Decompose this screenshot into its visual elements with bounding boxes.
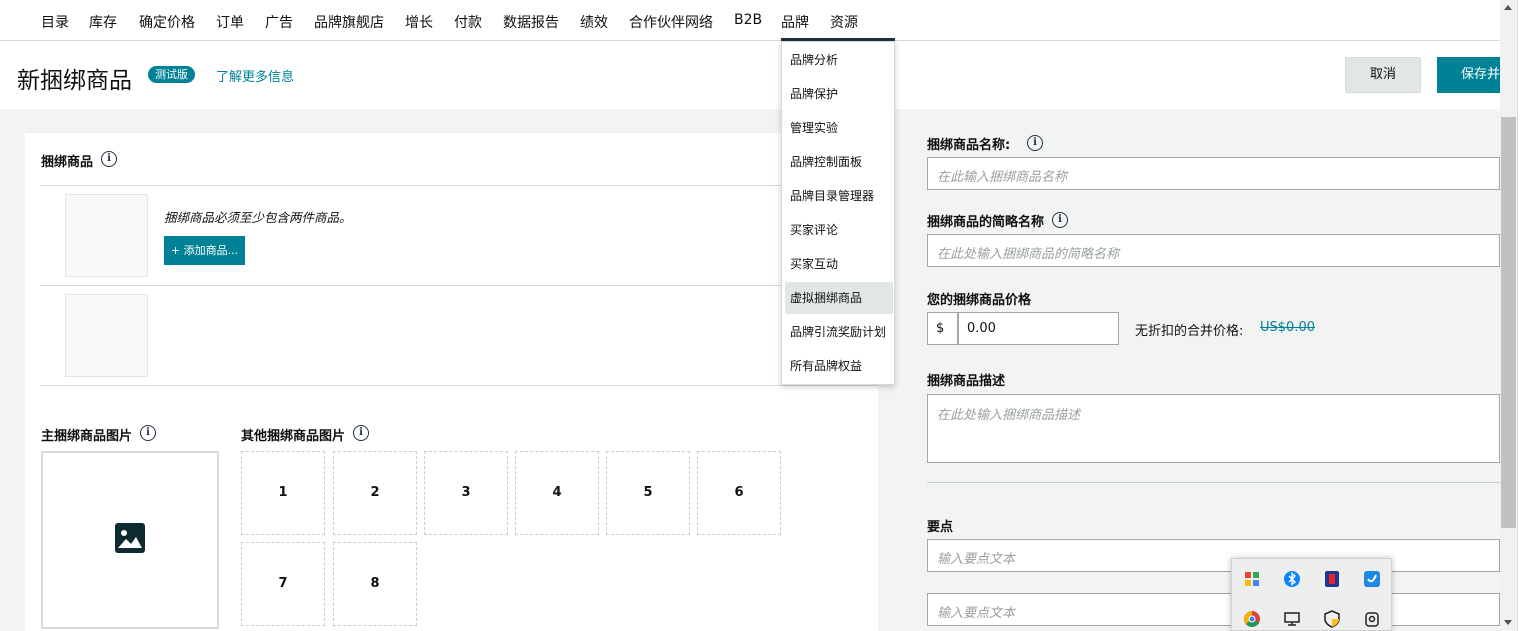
nav-item-advertising[interactable]: 广告	[265, 12, 293, 32]
brand-dropdown-menu: 品牌分析 品牌保护 管理实验 品牌控制面板 品牌目录管理器 买家评论 买家互动 …	[781, 41, 895, 385]
short-name-input[interactable]: 在此处输入捆绑商品的简略名称	[927, 234, 1500, 267]
page-title: 新捆绑商品	[17, 68, 132, 94]
bundle-card: 捆绑商品 i 捆绑商品必须至少包含两件商品。 + 添加商品... 主捆绑商品图片…	[25, 133, 878, 631]
menu-item-referral-bonus[interactable]: 品牌引流奖励计划	[785, 316, 893, 348]
menu-item-catalog-manager[interactable]: 品牌目录管理器	[785, 180, 893, 212]
bundle-name-label: 捆绑商品名称:	[927, 138, 1011, 153]
description-input[interactable]: 在此处输入捆绑商品描述	[927, 394, 1500, 463]
info-icon[interactable]: i	[1027, 135, 1043, 151]
info-icon[interactable]: i	[1052, 212, 1068, 228]
divider	[40, 185, 878, 186]
price-label: 您的捆绑商品价格	[927, 293, 1032, 308]
red-app-icon[interactable]	[1322, 569, 1342, 589]
page-header: 新捆绑商品 测试版 了解更多信息 取消 保存并	[0, 41, 1500, 109]
description-label: 捆绑商品描述	[927, 374, 1006, 389]
list-price-label: 无折扣的合并价格:	[1135, 324, 1244, 339]
learn-more-link[interactable]: 了解更多信息	[216, 66, 294, 85]
camera-icon[interactable]	[1362, 609, 1382, 629]
add-product-button[interactable]: + 添加商品...	[164, 236, 245, 265]
short-name-label: 捆绑商品的简略名称	[927, 215, 1045, 230]
security-shield-icon[interactable]	[1322, 609, 1342, 629]
nav-item-partner-network[interactable]: 合作伙伴网络	[629, 12, 713, 32]
menu-item-brand-protection[interactable]: 品牌保护	[785, 78, 893, 110]
scrollbar-thumb[interactable]	[1501, 117, 1516, 528]
menu-item-all-benefits[interactable]: 所有品牌权益	[785, 350, 893, 382]
divider	[927, 482, 1500, 483]
menu-item-brand-dashboard[interactable]: 品牌控制面板	[785, 146, 893, 178]
divider	[40, 285, 878, 286]
bundle-heading: 捆绑商品	[41, 155, 94, 170]
scroll-up-icon[interactable]	[1504, 5, 1512, 10]
list-price-value: US$0.00	[1260, 320, 1315, 335]
page-scrollbar[interactable]	[1500, 0, 1517, 631]
key-points-label: 要点	[927, 520, 954, 535]
bundle-name-input[interactable]: 在此输入捆绑商品名称	[927, 157, 1500, 190]
bluetooth-icon[interactable]	[1282, 569, 1302, 589]
currency-prefix: $	[927, 312, 958, 345]
nav-item-orders[interactable]: 订单	[216, 12, 244, 32]
menu-item-customer-reviews[interactable]: 买家评论	[785, 214, 893, 246]
nav-item-stores[interactable]: 品牌旗舰店	[314, 12, 384, 32]
menu-item-virtual-bundles[interactable]: 虚拟捆绑商品	[785, 282, 893, 314]
info-icon[interactable]: i	[353, 425, 369, 441]
image-slot[interactable]: 1	[241, 451, 325, 535]
image-icon	[115, 523, 145, 553]
image-slot[interactable]: 8	[333, 542, 417, 626]
image-slot[interactable]: 3	[424, 451, 508, 535]
window-edge	[1517, 0, 1529, 631]
nav-item-resources[interactable]: 资源	[830, 12, 858, 32]
chrome-icon[interactable]	[1242, 609, 1262, 629]
menu-item-customer-engagement[interactable]: 买家互动	[785, 248, 893, 280]
price-input[interactable]: 0.00	[958, 312, 1119, 345]
nav-item-performance[interactable]: 绩效	[580, 12, 608, 32]
main-image-heading: 主捆绑商品图片	[41, 429, 133, 444]
nav-item-b2b[interactable]: B2B	[734, 12, 762, 28]
bundle-hint: 捆绑商品必须至少包含两件商品。	[164, 210, 352, 225]
info-icon[interactable]: i	[101, 151, 117, 167]
product-thumbnail	[65, 294, 148, 377]
image-slot[interactable]: 7	[241, 542, 325, 626]
nav-item-reports[interactable]: 数据报告	[503, 12, 559, 32]
beta-badge: 测试版	[148, 66, 195, 83]
image-slot[interactable]: 4	[515, 451, 599, 535]
menu-item-experiments[interactable]: 管理实验	[785, 112, 893, 144]
nav-item-catalog[interactable]: 目录	[41, 12, 69, 32]
info-icon[interactable]: i	[140, 425, 156, 441]
nav-item-inventory[interactable]: 库存	[89, 12, 117, 32]
key-point-input-1[interactable]: 输入要点文本	[927, 539, 1500, 572]
product-thumbnail	[65, 194, 148, 277]
nav-item-brands[interactable]: 品牌	[781, 12, 809, 32]
color-app-icon[interactable]	[1242, 569, 1262, 589]
image-slot[interactable]: 5	[606, 451, 690, 535]
nav-item-growth[interactable]: 增长	[405, 12, 433, 32]
blue-app-icon[interactable]	[1362, 569, 1382, 589]
main-image-upload[interactable]	[41, 451, 219, 629]
key-point-input-2[interactable]: 输入要点文本	[927, 593, 1500, 626]
nav-item-pricing[interactable]: 确定价格	[139, 12, 195, 32]
menu-item-brand-analytics[interactable]: 品牌分析	[785, 44, 893, 76]
scroll-down-icon[interactable]	[1504, 620, 1512, 625]
image-slot[interactable]: 6	[697, 451, 781, 535]
save-button[interactable]: 保存并	[1437, 57, 1500, 93]
network-icon[interactable]	[1282, 609, 1302, 629]
other-images-heading: 其他捆绑商品图片	[241, 429, 346, 444]
cancel-button[interactable]: 取消	[1345, 57, 1421, 93]
nav-item-payments[interactable]: 付款	[454, 12, 482, 32]
divider	[40, 385, 878, 386]
top-nav: 目录 库存 确定价格 订单 广告 品牌旗舰店 增长 付款 数据报告 绩效 合作伙…	[0, 0, 1500, 41]
main-content: 捆绑商品 i 捆绑商品必须至少包含两件商品。 + 添加商品... 主捆绑商品图片…	[0, 109, 1500, 631]
system-tray-popup	[1231, 558, 1392, 631]
image-slot[interactable]: 2	[333, 451, 417, 535]
